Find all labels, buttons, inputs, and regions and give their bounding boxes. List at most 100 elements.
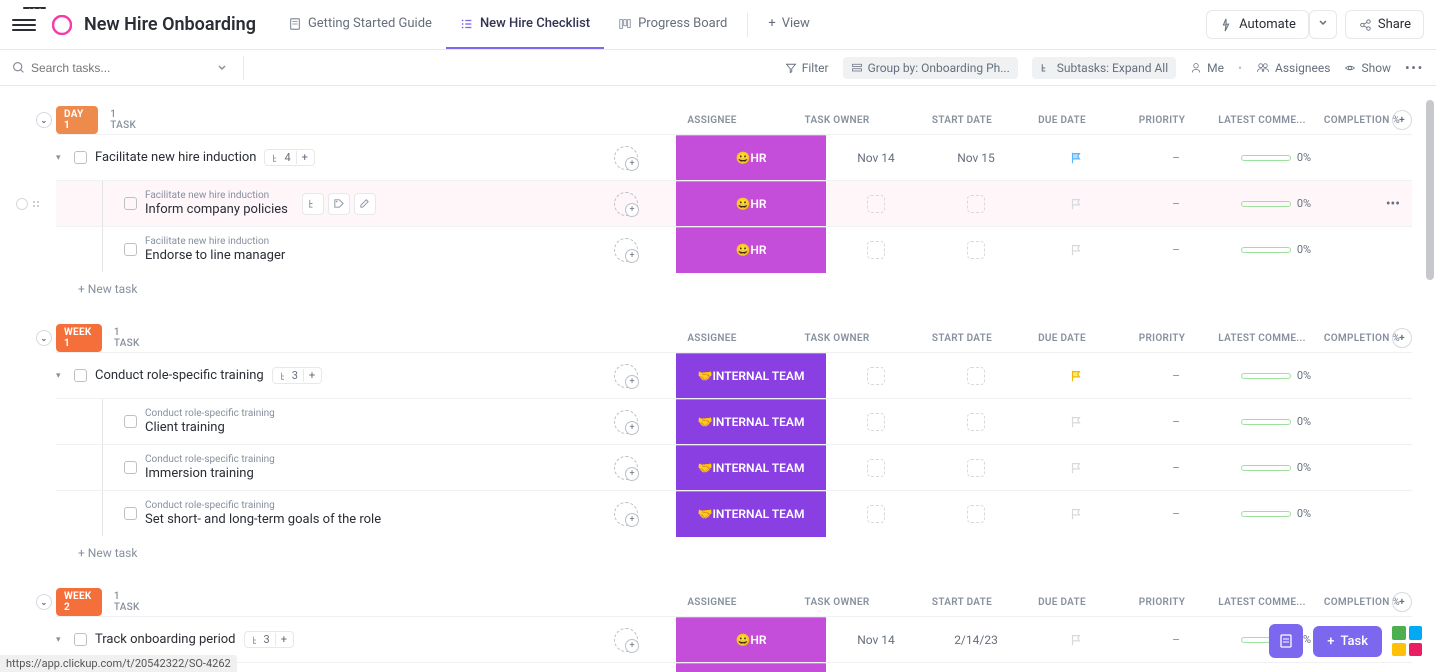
date-picker-icon[interactable] (967, 459, 985, 477)
owner-cell[interactable]: 😀HR (676, 181, 826, 227)
date-picker-icon[interactable] (967, 241, 985, 259)
scrollbar-thumb[interactable] (1426, 100, 1434, 280)
assignee-add[interactable] (614, 192, 638, 216)
date-picker-icon[interactable] (967, 505, 985, 523)
comment-cell[interactable]: – (1172, 507, 1180, 521)
owner-cell[interactable]: 😀HR (676, 135, 826, 181)
filter-button[interactable]: Filter (785, 61, 829, 75)
group-collapse-toggle[interactable]: ⌄ (36, 594, 52, 610)
owner-cell[interactable]: 🤝INTERNAL TEAM (676, 445, 826, 491)
completion-cell[interactable]: 0% (1241, 507, 1311, 520)
group-collapse-toggle[interactable]: ⌄ (36, 112, 52, 128)
add-subtask-icon[interactable]: + (303, 369, 315, 382)
flag-icon[interactable] (1069, 151, 1083, 165)
date-value[interactable]: Nov 14 (857, 633, 895, 647)
tab-progress[interactable]: Progress Board (604, 0, 741, 49)
column-header[interactable]: TASK OWNER (762, 597, 912, 608)
flag-icon[interactable] (1069, 461, 1083, 475)
add-view-button[interactable]: + View (754, 0, 824, 49)
flag-icon[interactable] (1069, 415, 1083, 429)
subtask-row[interactable]: Facilitate new hire induction Inform com… (56, 180, 1412, 226)
scrollbar[interactable] (1426, 90, 1434, 650)
owner-cell[interactable]: 😀HR (676, 227, 826, 273)
tab-getting-started[interactable]: Getting Started Guide (274, 0, 446, 49)
task-title[interactable]: Client training (145, 420, 275, 435)
date-picker-icon[interactable] (867, 241, 885, 259)
owner-cell[interactable]: 🤝INTERNAL TEAM (676, 353, 826, 399)
column-header[interactable]: START DATE (912, 115, 1012, 126)
subtask-count[interactable]: 3+ (244, 631, 294, 648)
column-header[interactable]: LATEST COMME... (1212, 333, 1312, 344)
task-checkbox[interactable] (124, 197, 137, 210)
assignee-add[interactable] (614, 456, 638, 480)
comment-cell[interactable]: – (1172, 461, 1180, 475)
more-button[interactable]: ••• (1405, 61, 1424, 75)
column-header[interactable]: PRIORITY (1112, 333, 1212, 344)
date-picker-icon[interactable] (867, 459, 885, 477)
column-header[interactable]: ASSIGNEE (662, 115, 762, 126)
completion-cell[interactable]: 0% (1241, 197, 1311, 210)
create-task-button[interactable]: + Task (1313, 626, 1382, 657)
completion-cell[interactable]: 0% (1241, 461, 1311, 474)
column-header[interactable]: DUE DATE (1012, 115, 1112, 126)
flag-icon[interactable] (1069, 243, 1083, 257)
comment-cell[interactable]: – (1172, 369, 1180, 383)
expand-caret-icon[interactable]: ▾ (56, 635, 66, 645)
date-picker-icon[interactable] (867, 195, 885, 213)
column-header[interactable]: LATEST COMME... (1212, 115, 1312, 126)
assignee-add[interactable] (614, 628, 638, 652)
group-pill[interactable]: WEEK 2 (56, 588, 102, 616)
automate-button[interactable]: Automate (1206, 10, 1309, 39)
add-column-button[interactable]: + (1392, 328, 1412, 348)
add-subtask-icon[interactable]: + (275, 633, 287, 646)
comment-cell[interactable]: – (1172, 633, 1180, 647)
column-header[interactable]: ASSIGNEE (662, 597, 762, 608)
row-more-button[interactable]: ••• (1386, 196, 1400, 212)
date-value[interactable]: Nov 14 (857, 151, 895, 165)
column-header[interactable]: START DATE (912, 597, 1012, 608)
add-subtask-icon[interactable]: + (296, 151, 308, 164)
comment-cell[interactable]: – (1172, 243, 1180, 257)
column-header[interactable]: DUE DATE (1012, 597, 1112, 608)
flag-icon[interactable] (1069, 633, 1083, 647)
date-value[interactable]: 2/14/23 (954, 633, 998, 647)
flag-icon[interactable] (1069, 197, 1083, 211)
column-header[interactable]: DUE DATE (1012, 333, 1112, 344)
comment-cell[interactable]: – (1172, 415, 1180, 429)
assignee-add[interactable] (614, 364, 638, 388)
subtask-row[interactable]: Conduct role-specific training Client tr… (56, 398, 1412, 444)
column-header[interactable]: START DATE (912, 333, 1012, 344)
column-header[interactable]: LATEST COMME... (1212, 597, 1312, 608)
task-checkbox[interactable] (124, 507, 137, 520)
subtask-row[interactable]: Facilitate new hire induction Endorse to… (56, 226, 1412, 272)
assignee-add[interactable] (614, 502, 638, 526)
subtask-count[interactable]: 3+ (272, 367, 322, 384)
flag-icon[interactable] (1069, 369, 1083, 383)
task-checkbox[interactable] (74, 633, 87, 646)
date-picker-icon[interactable] (867, 505, 885, 523)
tab-checklist[interactable]: New Hire Checklist (446, 0, 604, 49)
column-header[interactable]: PRIORITY (1112, 115, 1212, 126)
date-picker-icon[interactable] (967, 367, 985, 385)
subtask-row[interactable]: Conduct role-specific training Immersion… (56, 444, 1412, 490)
date-picker-icon[interactable] (867, 367, 885, 385)
task-checkbox[interactable] (124, 461, 137, 474)
comment-cell[interactable]: – (1172, 151, 1180, 165)
column-header[interactable]: PRIORITY (1112, 597, 1212, 608)
task-checkbox[interactable] (74, 151, 87, 164)
notepad-button[interactable] (1269, 624, 1303, 658)
drag-icon[interactable] (32, 200, 40, 208)
date-value[interactable]: Nov 15 (957, 151, 995, 165)
automate-dropdown[interactable] (1309, 10, 1337, 39)
chevron-down-icon[interactable] (217, 63, 227, 73)
task-title[interactable]: Endorse to line manager (145, 248, 285, 263)
task-title[interactable]: Track onboarding period (95, 632, 236, 647)
task-checkbox[interactable] (124, 415, 137, 428)
date-picker-icon[interactable] (967, 195, 985, 213)
search-input[interactable] (31, 61, 171, 75)
expand-caret-icon[interactable]: ▾ (56, 371, 66, 381)
me-button[interactable]: Me (1190, 61, 1224, 75)
owner-cell[interactable]: 😀HR (676, 617, 826, 663)
add-column-button[interactable]: + (1392, 592, 1412, 612)
subtask-row[interactable]: Track onboarding period Set up training … (56, 662, 1412, 672)
